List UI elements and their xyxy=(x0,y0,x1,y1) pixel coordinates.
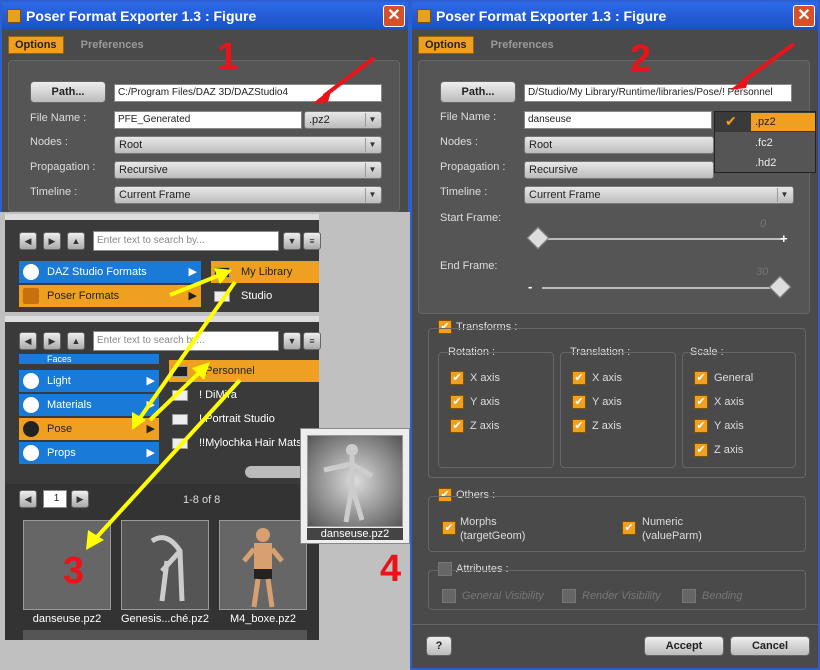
yellow-arrows xyxy=(86,268,242,550)
help-button[interactable]: ? xyxy=(426,636,452,656)
nodes-select[interactable]: Root xyxy=(524,136,714,154)
accept-button[interactable]: Accept xyxy=(644,636,724,656)
timeline-select[interactable]: Current Frame ▼ xyxy=(524,186,794,204)
check-icon: ✔ xyxy=(725,113,737,129)
scale-y-checkbox[interactable]: ✔ xyxy=(694,419,708,433)
window-2-title: Poser Format Exporter 1.3 : Figure xyxy=(436,8,667,24)
start-frame-value: 0 xyxy=(760,218,767,230)
scale-x-label: X axis xyxy=(714,396,744,408)
propagation-select[interactable]: Recursive xyxy=(524,161,714,179)
translation-x-checkbox[interactable]: ✔ xyxy=(572,371,586,385)
rotation-group xyxy=(438,352,554,468)
cancel-button[interactable]: Cancel xyxy=(730,636,810,656)
start-frame-slider-track[interactable] xyxy=(534,238,784,240)
end-frame-slider-track[interactable] xyxy=(542,287,778,289)
slider-minus: - xyxy=(528,279,533,294)
bending-checkbox xyxy=(682,589,696,603)
translation-z-label: Z axis xyxy=(592,420,622,432)
morphs-sub: (targetGeom) xyxy=(460,530,526,542)
end-frame-value: 30 xyxy=(756,266,769,278)
scale-z-label: Z axis xyxy=(714,444,744,456)
step-badge-2: 2 xyxy=(630,38,652,80)
rotation-x-checkbox[interactable]: ✔ xyxy=(450,371,464,385)
help-icon: ? xyxy=(435,640,443,652)
propagation-label: Propagation : xyxy=(440,161,506,173)
file-ext-dropdown[interactable]: ✔ .pz2 .fc2 .hd2 xyxy=(714,111,816,173)
rotation-y-label: Y axis xyxy=(470,396,500,408)
render-visibility-label: Render Visibility xyxy=(582,590,661,602)
morphs-checkbox[interactable]: ✔ xyxy=(442,521,456,535)
rotation-z-label: Z axis xyxy=(470,420,500,432)
start-frame-label: Start Frame: xyxy=(440,212,502,224)
close-icon[interactable]: ✕ xyxy=(793,5,815,27)
translation-group xyxy=(560,352,676,468)
tab-options[interactable]: Options xyxy=(418,36,474,54)
slider-plus: + xyxy=(780,231,788,246)
rotation-z-checkbox[interactable]: ✔ xyxy=(450,419,464,433)
file-name-label: File Name : xyxy=(440,111,497,123)
window-2-titlebar[interactable]: Poser Format Exporter 1.3 : Figure ✕ xyxy=(412,2,818,30)
scale-y-label: Y axis xyxy=(714,420,744,432)
tab-preferences[interactable]: Preferences xyxy=(485,37,560,53)
translation-y-checkbox[interactable]: ✔ xyxy=(572,395,586,409)
ext-option-fc2[interactable]: .fc2 xyxy=(755,134,773,152)
numeric-checkbox[interactable]: ✔ xyxy=(622,521,636,535)
path-button[interactable]: Path... xyxy=(440,81,516,103)
timeline-label: Timeline : xyxy=(440,186,488,198)
morphs-label: Morphs xyxy=(460,516,497,528)
file-name-field[interactable]: danseuse xyxy=(524,111,712,129)
red-arrow-2 xyxy=(730,42,796,90)
end-frame-label: End Frame: xyxy=(440,260,498,272)
ext-option-hd2[interactable]: .hd2 xyxy=(755,154,776,172)
bending-label: Bending xyxy=(702,590,743,602)
chevron-down-icon: ▼ xyxy=(777,188,791,202)
footer-divider xyxy=(412,624,818,625)
scale-general-checkbox[interactable]: ✔ xyxy=(694,371,708,385)
exporter-window-2: Poser Format Exporter 1.3 : Figure ✕ Opt… xyxy=(410,0,820,670)
rotation-y-checkbox[interactable]: ✔ xyxy=(450,395,464,409)
translation-x-label: X axis xyxy=(592,372,622,384)
numeric-label: Numeric xyxy=(642,516,683,528)
ext-option-pz2[interactable]: ✔ .pz2 xyxy=(715,112,815,132)
translation-z-checkbox[interactable]: ✔ xyxy=(572,419,586,433)
translation-y-label: Y axis xyxy=(592,396,622,408)
rotation-x-label: X axis xyxy=(470,372,500,384)
scale-general-label: General xyxy=(714,372,754,384)
render-visibility-checkbox xyxy=(562,589,576,603)
app-icon xyxy=(417,9,431,23)
nodes-label: Nodes : xyxy=(440,136,478,148)
scale-z-checkbox[interactable]: ✔ xyxy=(694,443,708,457)
general-visibility-checkbox xyxy=(442,589,456,603)
numeric-sub: (valueParm) xyxy=(642,530,702,542)
scale-x-checkbox[interactable]: ✔ xyxy=(694,395,708,409)
general-visibility-label: General Visibility xyxy=(462,590,544,602)
